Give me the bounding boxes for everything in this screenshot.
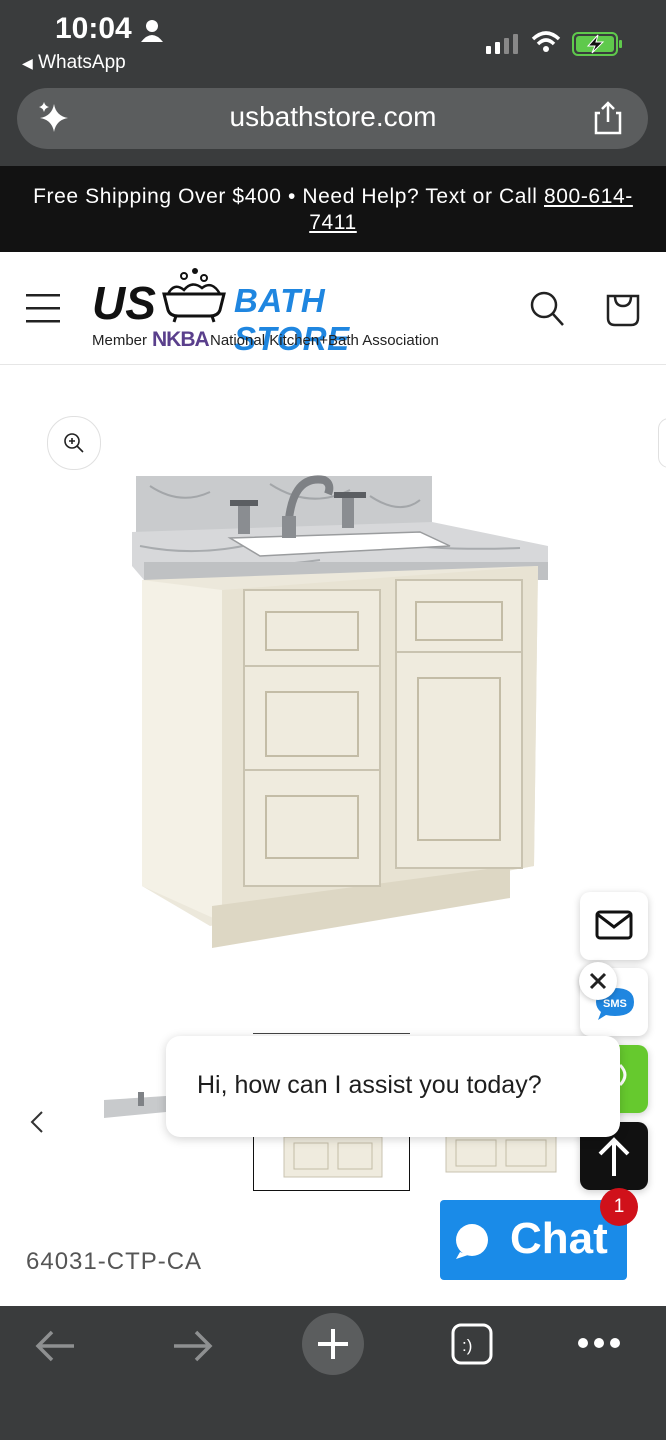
signal-icon [486,34,518,54]
next-image-edge[interactable] [658,418,666,468]
status-time: 10:04 [55,12,132,45]
person-icon [141,20,163,42]
chat-button[interactable]: Chat [440,1200,627,1280]
announcement-text: Free Shipping Over $400 • Need Help? Tex… [33,185,544,208]
battery-icon [572,32,622,56]
zoom-button[interactable] [47,416,101,470]
close-side-buttons[interactable] [579,962,617,1000]
chat-badge-count: 1 [613,1196,625,1217]
site-logo[interactable]: US BATH STORE Member NKBA National Kitch… [92,268,442,357]
arrow-up-icon [598,1137,630,1176]
chevron-left-icon[interactable] [24,1108,52,1136]
logo-us: US [92,277,156,329]
tabs-icon[interactable]: :) [450,1322,494,1366]
product-image[interactable] [120,466,560,956]
cart-icon[interactable] [605,290,641,328]
active-thumb-indicator [253,1033,410,1034]
association-label: National Kitchen+Bath Association [210,332,439,349]
plus-icon [318,1329,348,1359]
announcement-bar: Free Shipping Over $400 • Need Help? Tex… [0,166,666,252]
close-icon [589,972,607,990]
mail-icon [595,910,633,940]
chat-button-label: Chat [510,1214,608,1263]
chat-icon [456,1224,488,1259]
chat-greeting-text: Hi, how can I assist you today? [197,1071,542,1099]
bathtub-icon [162,268,226,323]
back-arrow-icon[interactable] [34,1328,76,1364]
search-icon[interactable] [529,290,565,328]
wifi-icon [531,31,561,52]
back-to-app-link[interactable]: ◀ WhatsApp [22,52,126,74]
browser-toolbar: :) [0,1306,666,1440]
more-icon[interactable] [576,1336,622,1350]
new-tab-button[interactable] [302,1313,364,1375]
back-triangle-icon: ◀ [22,55,33,71]
share-icon[interactable] [591,100,625,136]
sms-label: SMS [603,998,627,1010]
site-header: US BATH STORE Member NKBA National Kitch… [0,252,666,365]
url-text[interactable]: usbathstore.com [0,101,666,133]
menu-icon[interactable] [26,292,60,324]
thumbnail-1[interactable] [100,1052,170,1192]
product-sku: 64031-CTP-CA [26,1248,203,1275]
zoom-icon [64,433,84,453]
status-bar: 10:04 ◀ WhatsApp [0,0,666,86]
chat-badge: 1 [600,1188,638,1226]
email-button[interactable] [580,892,648,960]
nkba-logo: NKBA [152,328,210,351]
forward-arrow-icon[interactable] [172,1328,214,1364]
svg-text::): :) [462,1336,472,1355]
member-label: Member [92,332,148,349]
